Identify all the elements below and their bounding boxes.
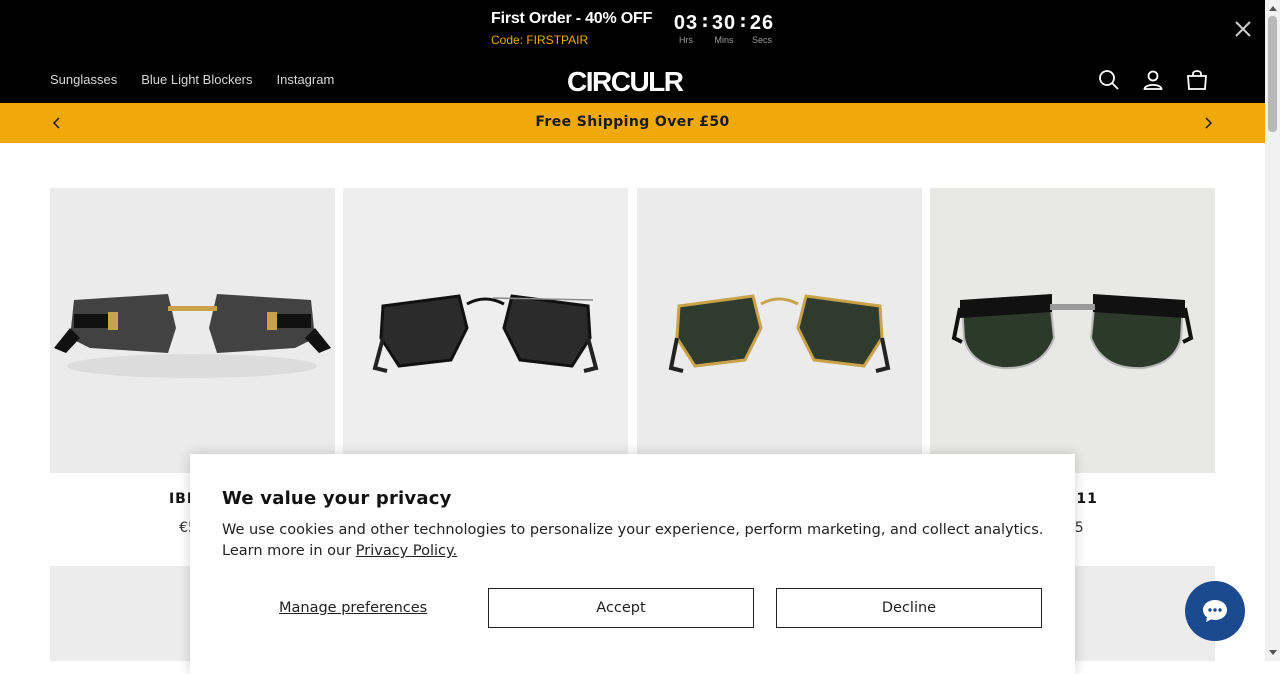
cookie-body: We use cookies and other technologies to… [222,520,1052,562]
timer-hours-value: 03 [673,12,699,34]
shipping-announcement: Free Shipping Over £50 [0,103,1265,143]
timer-seconds: 26 Secs [747,10,777,45]
privacy-policy-link[interactable]: Privacy Policy. [356,543,457,559]
sunglasses-image [930,188,1215,473]
main-nav: Sunglasses Blue Light Blockers Instagram [50,72,334,87]
close-icon[interactable] [1232,18,1254,40]
timer-separator: : [739,11,747,32]
product-image[interactable] [930,188,1215,473]
account-icon[interactable] [1141,68,1165,92]
timer-hours-label: Hrs [679,35,693,45]
timer-seconds-label: Secs [751,35,772,45]
chat-button[interactable] [1185,581,1245,641]
promo-title: First Order - 40% OFF [491,10,653,27]
timer-minutes: 30 Mins [709,10,739,45]
accept-button[interactable]: Accept [488,588,754,628]
nav-instagram[interactable]: Instagram [277,72,335,87]
chevron-right-icon[interactable] [1200,115,1216,131]
timer-hours: 03 Hrs [671,10,701,45]
decline-button[interactable]: Decline [776,588,1042,628]
site-logo[interactable]: CIRCULR [567,66,684,98]
promo-banner: First Order - 40% OFF Code: FIRSTPAIR 03… [0,0,1265,58]
product-image[interactable] [50,188,335,473]
sunglasses-image [637,188,922,473]
promo-code: Code: FIRSTPAIR [491,33,589,47]
timer-minutes-value: 30 [711,12,737,34]
product-card[interactable] [637,188,922,473]
scroll-up-arrow-icon[interactable] [1269,6,1277,11]
scrollbar-thumb[interactable] [1268,16,1277,132]
site-header: Sunglasses Blue Light Blockers Instagram… [0,58,1265,103]
product-image[interactable] [637,188,922,473]
product-card[interactable]: IBIZA €52 [50,188,335,536]
sunglasses-image [343,188,628,473]
chat-bubble-icon [1203,600,1227,622]
product-card[interactable]: D 111 ,95 [930,188,1215,536]
cookie-consent-dialog: We value your privacy We use cookies and… [190,454,1075,674]
cookie-body-text: We use cookies and other technologies to… [222,522,1044,559]
timer-minutes-label: Mins [714,35,734,45]
product-image[interactable] [343,188,628,473]
nav-sunglasses[interactable]: Sunglasses [50,72,117,87]
shipping-text: Free Shipping Over £50 [535,114,730,130]
timer-seconds-value: 26 [749,12,775,34]
product-card[interactable] [343,188,628,473]
cart-icon[interactable] [1185,68,1209,92]
nav-blue-light-blockers[interactable]: Blue Light Blockers [141,72,252,87]
sunglasses-image [50,188,335,473]
scroll-down-arrow-icon[interactable] [1269,650,1277,655]
cookie-title: We value your privacy [222,488,452,509]
timer-separator: : [701,11,709,32]
page-scrollbar[interactable] [1265,0,1280,661]
countdown-timer: 03 Hrs : 30 Mins : 26 Secs [671,10,777,45]
search-icon[interactable] [1097,68,1121,92]
manage-preferences-link[interactable]: Manage preferences [279,600,427,616]
